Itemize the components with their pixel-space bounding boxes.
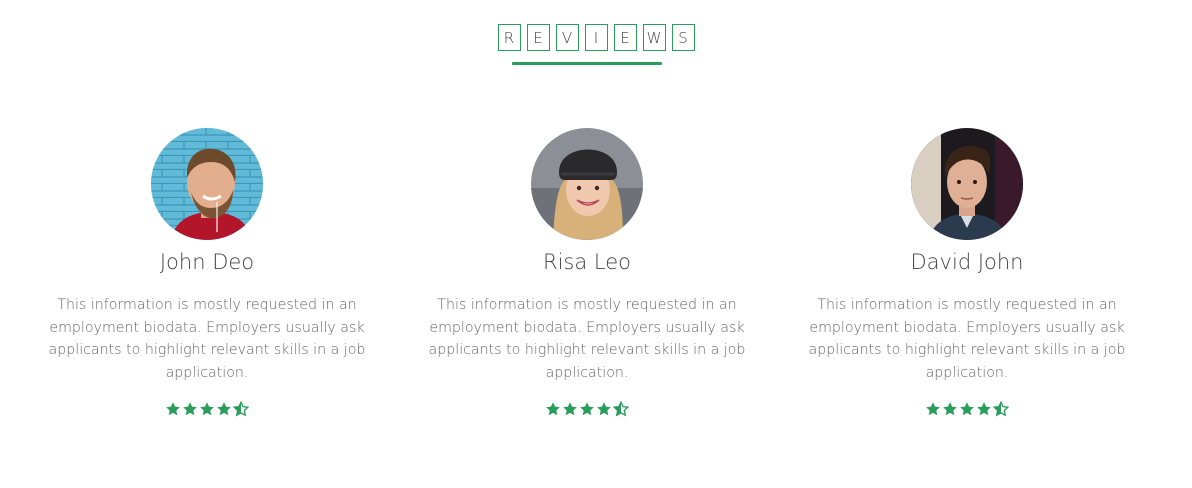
title-letter: R — [497, 24, 521, 51]
star-full-icon — [546, 402, 560, 416]
reviewer-name: Risa Leo — [542, 250, 631, 274]
star-full-icon — [977, 402, 991, 416]
avatar — [911, 128, 1023, 240]
title-letter: V — [555, 24, 579, 51]
star-full-icon — [183, 402, 197, 416]
star-full-icon — [200, 402, 214, 416]
title-letter: S — [671, 24, 695, 51]
review-text: This information is mostly requested in … — [808, 297, 1126, 382]
star-full-icon — [166, 402, 180, 416]
rating-stars — [802, 400, 1132, 419]
avatar — [531, 128, 643, 240]
avatar — [151, 128, 263, 240]
title-letter: E — [613, 24, 637, 51]
star-full-icon — [217, 402, 231, 416]
star-full-icon — [563, 402, 577, 416]
reviewer-name: David John — [910, 250, 1024, 274]
review-card: John Deo This information is mostly requ… — [42, 128, 372, 419]
avatar-photo-man-dark — [911, 128, 1023, 240]
title-letter: E — [526, 24, 550, 51]
review-card: Risa Leo This information is mostly requ… — [422, 128, 752, 419]
star-half-icon — [613, 400, 629, 417]
star-full-icon — [926, 402, 940, 416]
star-full-icon — [960, 402, 974, 416]
review-text: This information is mostly requested in … — [428, 297, 746, 382]
avatar-photo-woman-beanie — [531, 128, 643, 240]
review-text: This information is mostly requested in … — [48, 297, 366, 382]
star-full-icon — [580, 402, 594, 416]
avatar-photo-man-smiling — [151, 128, 263, 240]
section-title: R E V I E W S — [0, 24, 1192, 51]
title-letter: W — [642, 24, 666, 51]
star-full-icon — [943, 402, 957, 416]
reviewer-name: John Deo — [159, 250, 255, 274]
rating-stars — [42, 400, 372, 419]
review-card: David John This information is mostly re… — [802, 128, 1132, 419]
star-half-icon — [993, 400, 1009, 417]
rating-stars — [422, 400, 752, 419]
star-full-icon — [597, 402, 611, 416]
star-half-icon — [233, 400, 249, 417]
title-letter: I — [584, 24, 608, 51]
title-underline — [512, 62, 662, 65]
